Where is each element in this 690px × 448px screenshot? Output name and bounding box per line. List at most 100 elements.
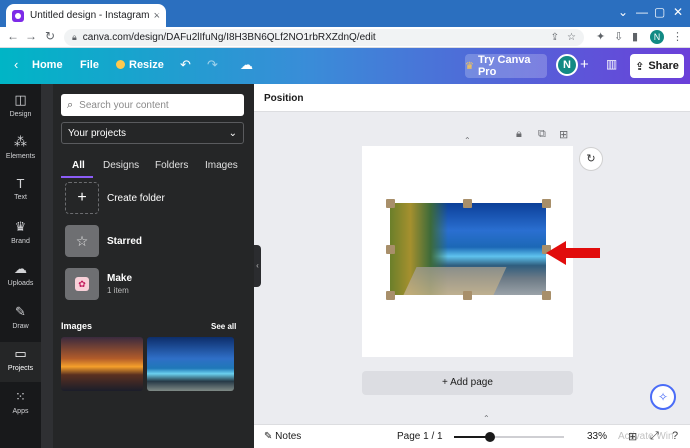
- rail-label: Brand: [11, 238, 30, 245]
- editor-toolbar: Position: [254, 84, 690, 112]
- position-button[interactable]: Position: [264, 93, 303, 104]
- chevron-left-icon[interactable]: ‹: [14, 57, 18, 72]
- cloud-save-icon[interactable]: ☁: [240, 57, 253, 73]
- zoom-percentage[interactable]: 33%: [587, 431, 607, 442]
- rail-label: Projects: [7, 365, 34, 372]
- forward-arrow-icon[interactable]: →: [24, 29, 38, 43]
- share-button[interactable]: ⇪ Share: [630, 54, 684, 78]
- make-folder[interactable]: ✿ Make 1 item: [65, 267, 245, 301]
- tab-images[interactable]: Images: [205, 160, 238, 171]
- search-placeholder: Search your content: [79, 99, 169, 111]
- url-text[interactable]: canva.com/design/DAFu2lIfuNg/I8H3BN6QLf2…: [83, 32, 543, 43]
- forest-lake-photo[interactable]: [390, 203, 546, 295]
- crown-icon: [116, 60, 125, 69]
- insights-icon[interactable]: ▥: [606, 57, 617, 71]
- design-page[interactable]: [362, 146, 573, 357]
- address-bar[interactable]: 🔒︎ canva.com/design/DAFu2lIfuNg/I8H3BN6Q…: [64, 29, 584, 46]
- tab-all[interactable]: All: [72, 160, 85, 171]
- editor-bottom-bar: ✎ Notes Page 1 / 1 33% ⊞ ⤢ ? Activate Wi…: [254, 424, 690, 448]
- rail-item-elements[interactable]: ⁂ Elements: [0, 130, 41, 170]
- redo-icon[interactable]: ↷: [207, 57, 218, 73]
- rail-item-projects[interactable]: ▭ Projects: [0, 342, 41, 382]
- collapse-panel-handle[interactable]: ‹: [254, 245, 261, 287]
- rail-item-brand[interactable]: ♛ Brand: [0, 215, 41, 255]
- share-page-icon[interactable]: ⇪: [551, 32, 559, 43]
- chevron-up-icon[interactable]: ⌃: [483, 414, 490, 423]
- duplicate-page-icon[interactable]: ⧉: [538, 128, 546, 141]
- starred-folder[interactable]: ☆ Starred: [65, 224, 245, 258]
- tab-designs[interactable]: Designs: [103, 160, 139, 171]
- resize-label: Resize: [129, 59, 164, 71]
- notes-label: Notes: [275, 431, 302, 442]
- folder-name: Make: [107, 273, 133, 284]
- red-arrow-annotation: [546, 241, 600, 265]
- back-arrow-icon[interactable]: ←: [6, 29, 20, 43]
- rail-label: Apps: [12, 408, 29, 415]
- reload-icon[interactable]: ↻: [43, 29, 57, 43]
- zoom-slider-knob[interactable]: [485, 432, 495, 442]
- sunset-image-thumbnail[interactable]: [61, 337, 143, 391]
- notes-button[interactable]: ✎ Notes: [264, 431, 301, 442]
- browser-toolbar: ← → ↻ 🔒︎ canva.com/design/DAFu2lIfuNg/I8…: [0, 27, 690, 48]
- rail-item-apps[interactable]: ⁙ Apps: [0, 385, 41, 425]
- chevron-down-icon[interactable]: ⌄: [618, 5, 628, 19]
- rail-label: Design: [9, 111, 32, 118]
- canva-header: ‹ Home File Resize ↶ ↷ ☁ ♛ Try Canva Pro…: [0, 48, 690, 84]
- resize-handle-top[interactable]: [463, 199, 472, 208]
- make-app-icon: ✿: [75, 277, 89, 291]
- panel-scrollbar[interactable]: [41, 84, 53, 448]
- undo-icon[interactable]: ↶: [180, 57, 191, 73]
- resize-handle-top-right[interactable]: [542, 199, 551, 208]
- tab-folders[interactable]: Folders: [155, 160, 188, 171]
- page-indicator[interactable]: Page 1 / 1: [397, 431, 443, 442]
- rail-item-text[interactable]: T Text: [0, 172, 41, 212]
- lock-icon[interactable]: 🔒︎: [516, 128, 522, 141]
- browser-menu-icon[interactable]: ⋮: [672, 30, 683, 43]
- add-page-button[interactable]: + Add page: [362, 371, 573, 395]
- text-icon: T: [16, 176, 25, 191]
- sidepanel-icon[interactable]: ▮: [632, 30, 638, 43]
- zoom-slider[interactable]: [454, 432, 564, 442]
- add-page-icon[interactable]: ⊞: [559, 128, 568, 141]
- bookmark-star-icon[interactable]: ☆: [567, 32, 576, 43]
- rail-label: Draw: [12, 323, 29, 330]
- create-folder-item[interactable]: + Create folder: [65, 181, 245, 215]
- browser-tab[interactable]: Untitled design - Instagram Post ×: [6, 4, 166, 27]
- forest-lake-image-thumbnail[interactable]: [147, 337, 234, 391]
- resize-button[interactable]: Resize: [116, 59, 164, 71]
- chevron-down-icon: ⌄: [228, 127, 237, 139]
- minimize-button[interactable]: —: [636, 5, 648, 19]
- plus-icon: +: [65, 182, 99, 214]
- refresh-icon[interactable]: ↻: [579, 147, 603, 171]
- browser-tab-title: Untitled design - Instagram Post: [30, 10, 150, 21]
- browser-profile-avatar[interactable]: N: [650, 30, 664, 44]
- try-canva-pro-button[interactable]: ♛ Try Canva Pro: [465, 54, 547, 78]
- resize-handle-top-left[interactable]: [386, 199, 395, 208]
- resize-handle-left[interactable]: [386, 245, 395, 254]
- home-button[interactable]: Home: [32, 59, 63, 71]
- search-input[interactable]: ⌕ Search your content: [61, 94, 244, 116]
- rail-item-design[interactable]: ◫ Design: [0, 88, 41, 128]
- maximize-button[interactable]: ▢: [654, 5, 665, 19]
- resize-handle-bottom[interactable]: [463, 291, 472, 300]
- lock-icon: 🔒︎: [72, 32, 77, 42]
- projects-dropdown[interactable]: Your projects ⌄: [61, 122, 244, 144]
- resize-handle-bottom-right[interactable]: [542, 291, 551, 300]
- window-close-button[interactable]: ✕: [673, 5, 683, 19]
- resize-handle-bottom-left[interactable]: [386, 291, 395, 300]
- rail-item-draw[interactable]: ✎ Draw: [0, 300, 41, 340]
- new-tab-button[interactable]: +: [152, 6, 168, 23]
- magic-sparkle-icon[interactable]: ✧: [650, 384, 676, 410]
- see-all-link[interactable]: See all: [211, 322, 236, 331]
- search-icon: ⌕: [67, 98, 74, 111]
- rail-item-uploads[interactable]: ☁ Uploads: [0, 257, 41, 297]
- star-icon: ☆: [65, 225, 99, 257]
- design-icon: ◫: [14, 92, 27, 107]
- downloads-icon[interactable]: ⇩: [614, 30, 623, 43]
- user-avatar[interactable]: N: [556, 54, 578, 76]
- chevron-up-icon[interactable]: ⌃: [464, 136, 471, 145]
- extensions-icon[interactable]: ✦: [596, 30, 605, 43]
- add-collaborator-icon[interactable]: +: [580, 56, 589, 73]
- folder-item-count: 1 item: [107, 286, 129, 295]
- file-menu[interactable]: File: [80, 59, 99, 71]
